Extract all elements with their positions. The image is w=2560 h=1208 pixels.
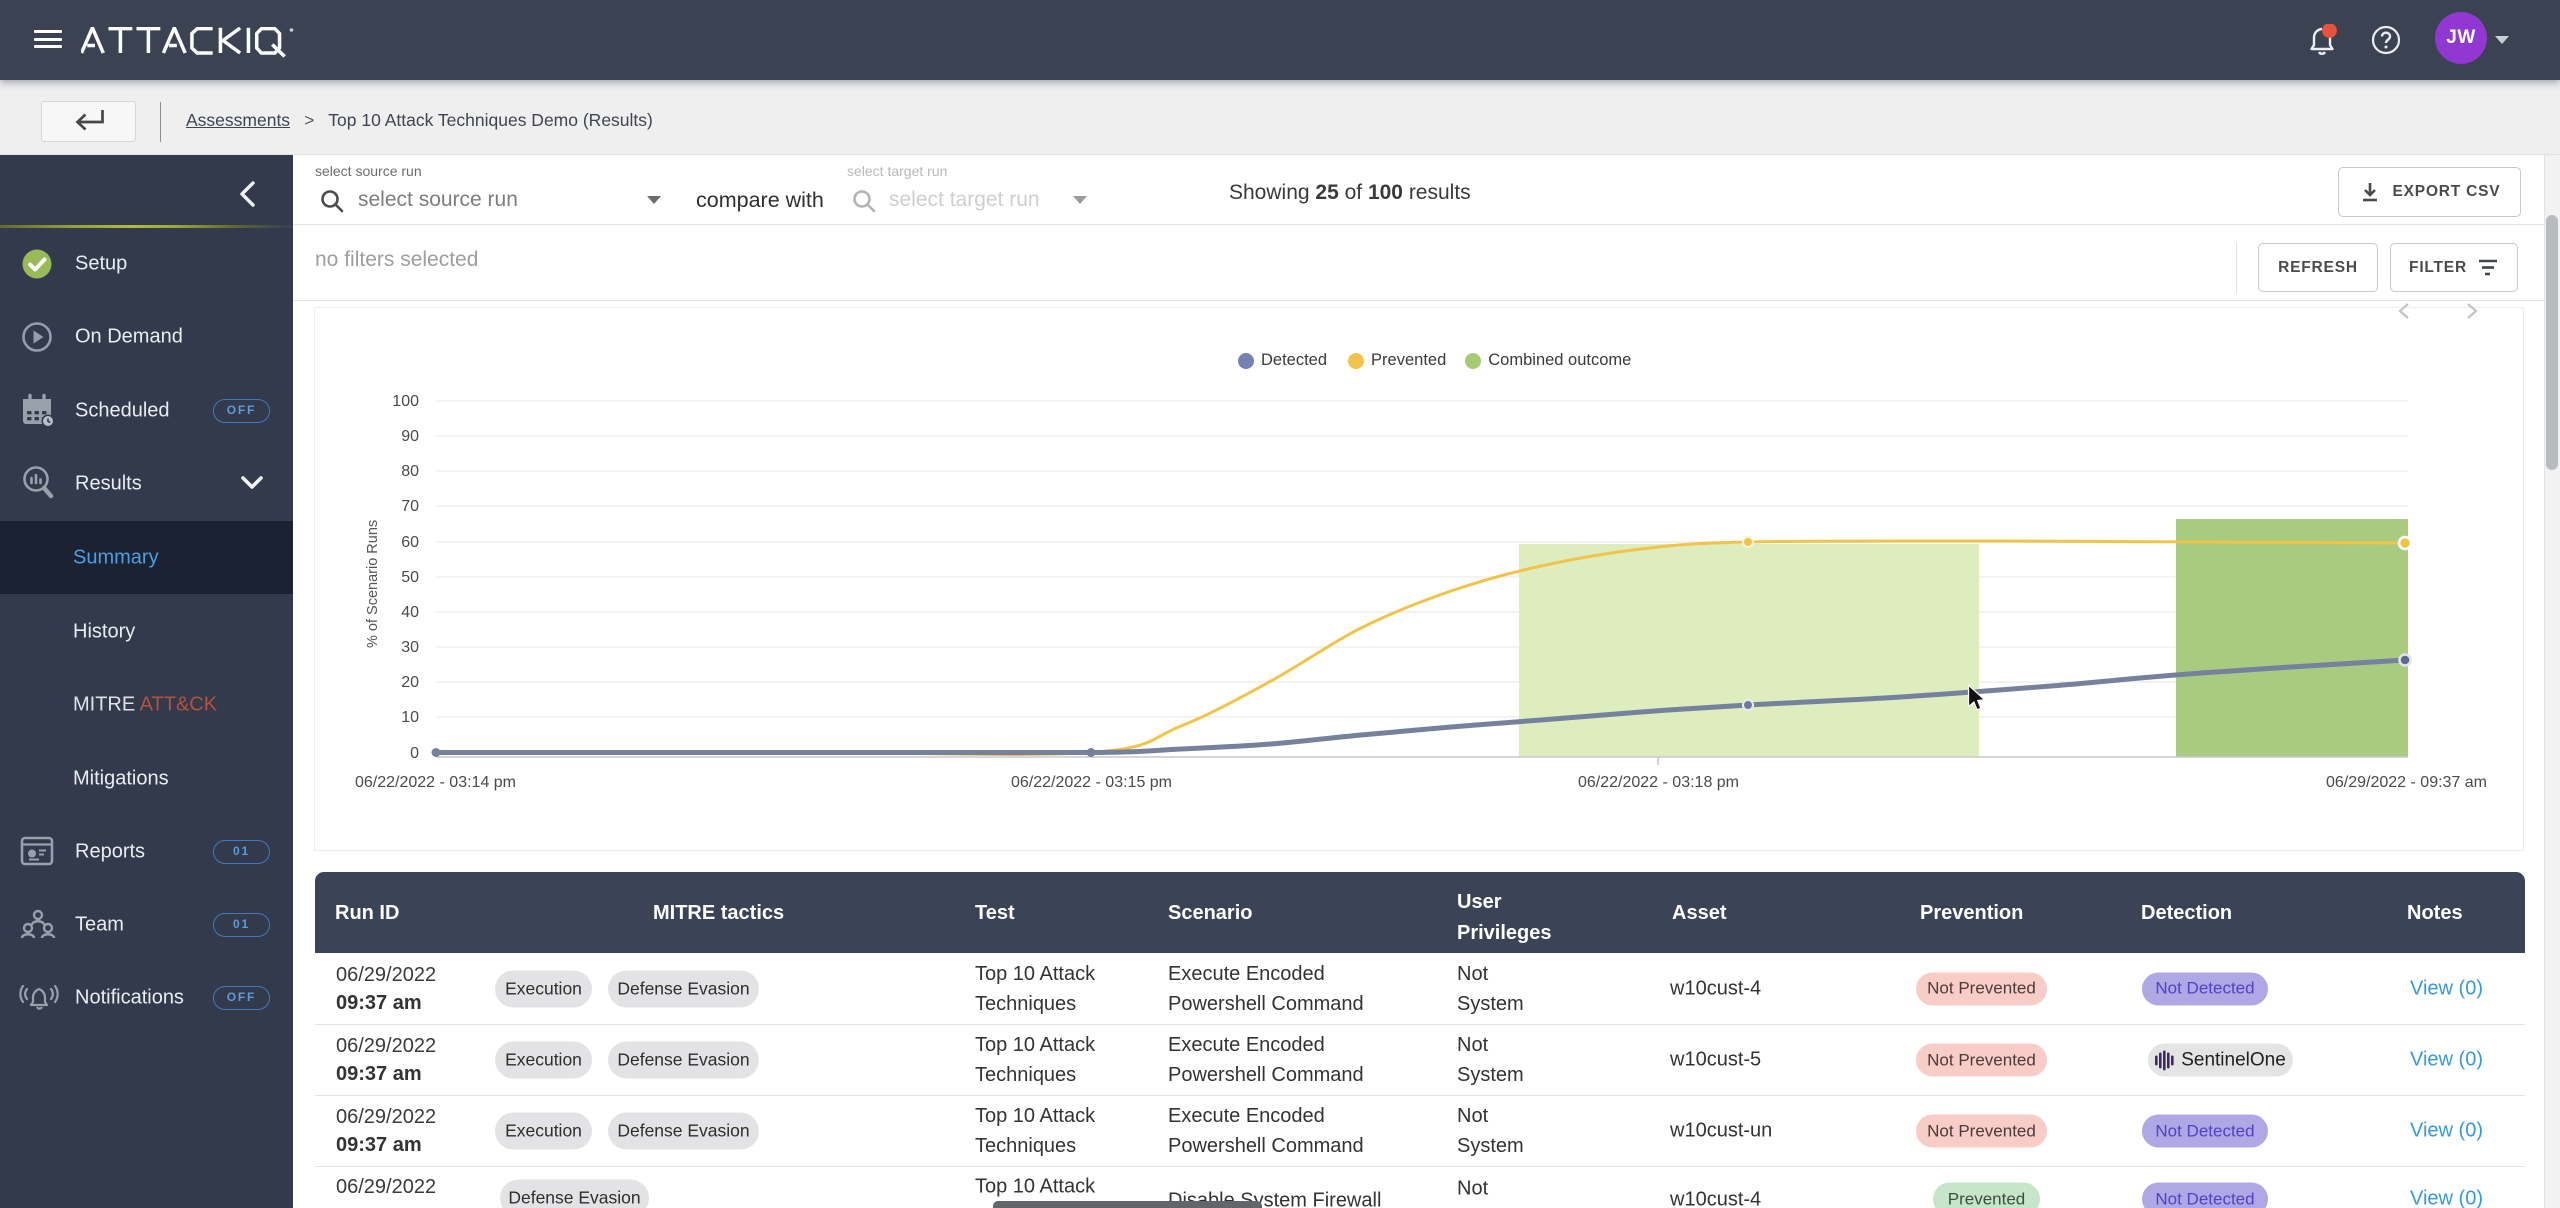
svg-text:60: 60 (401, 534, 419, 551)
svg-text:40: 40 (401, 604, 419, 621)
svg-text:30: 30 (401, 639, 419, 656)
svg-text:20: 20 (401, 674, 419, 691)
svg-text:50: 50 (401, 569, 419, 586)
svg-text:100: 100 (392, 393, 419, 410)
svg-text:70: 70 (401, 498, 419, 515)
svg-text:10: 10 (401, 709, 419, 726)
svg-text:80: 80 (401, 463, 419, 480)
svg-text:0: 0 (410, 745, 419, 762)
svg-text:90: 90 (401, 428, 419, 445)
